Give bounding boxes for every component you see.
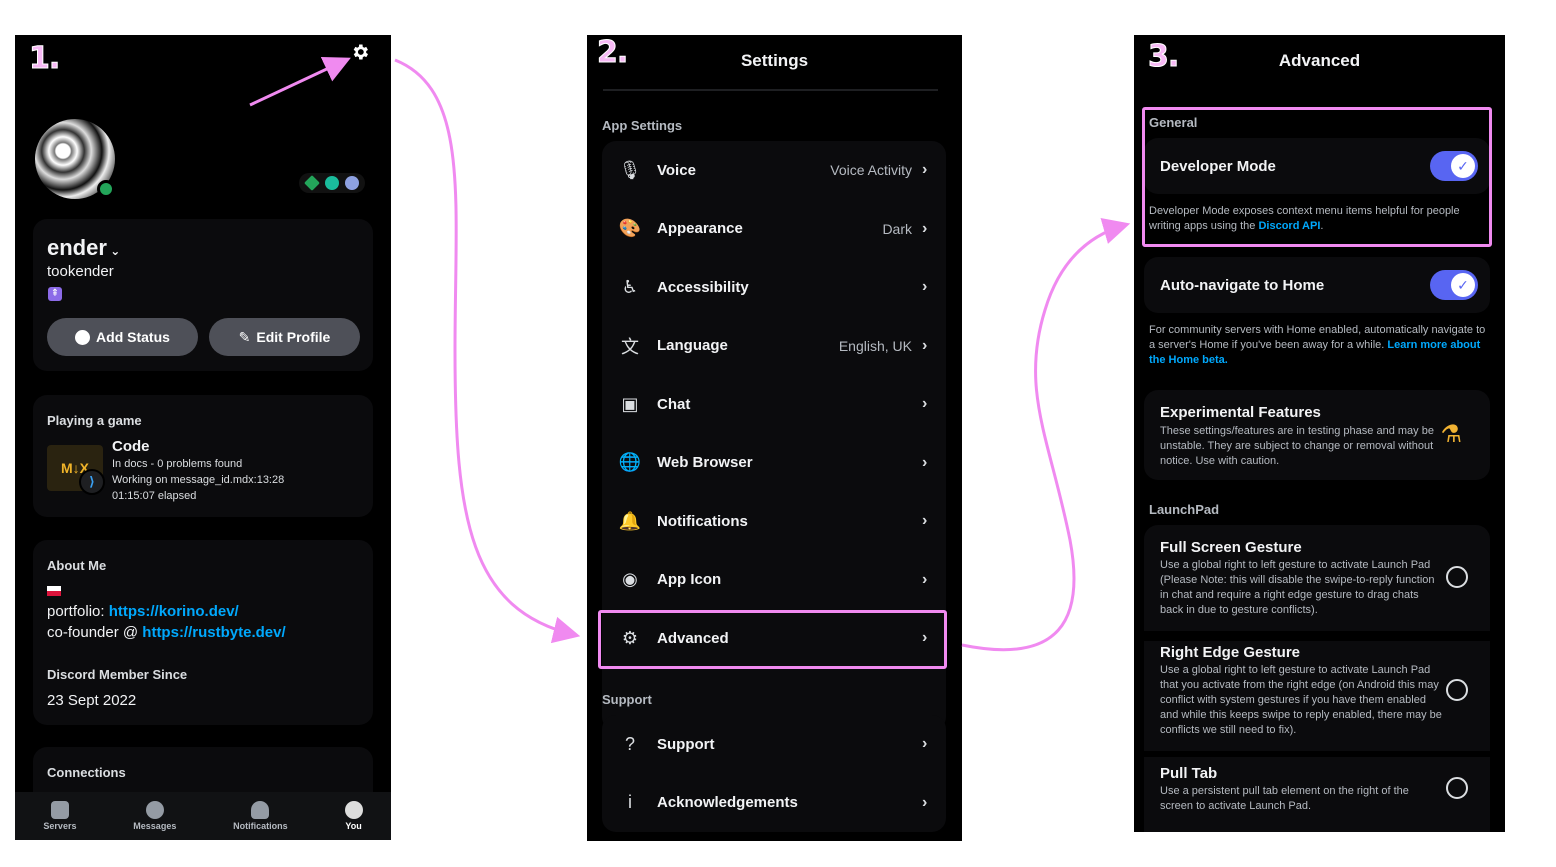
display-name[interactable]: ender ⌄: [47, 235, 120, 261]
profile-badges: [299, 173, 365, 193]
nav-you[interactable]: You: [344, 801, 363, 831]
chevron-right-icon: ›: [922, 161, 928, 178]
advanced-screen: 3. Advanced General Developer Mode ✓ Dev…: [1134, 35, 1505, 832]
rustbyte-link[interactable]: https://rustbyte.dev/: [142, 624, 285, 641]
portfolio-link[interactable]: https://korino.dev/: [109, 603, 239, 620]
chevron-right-icon: ›: [922, 278, 928, 295]
settings-row-appearance[interactable]: 🎨 Appearance Dark ›: [602, 200, 946, 258]
chevron-right-icon: ›: [922, 735, 928, 752]
edit-profile-button[interactable]: ✎ Edit Profile: [209, 318, 360, 356]
speech-bubble-icon: [75, 329, 91, 345]
info-icon: i: [628, 792, 632, 812]
settings-row-acknowledgements[interactable]: i Acknowledgements ›: [602, 774, 946, 832]
flag-icon: [47, 586, 61, 596]
settings-row-chat[interactable]: ▣ Chat ›: [602, 375, 946, 433]
chevron-right-icon: ›: [922, 512, 928, 529]
flask-icon: ⚗: [1440, 421, 1462, 448]
game-elapsed: 01:15:07 elapsed: [112, 490, 197, 502]
chevron-right-icon: ›: [922, 793, 928, 811]
step-1-label: 1.: [28, 41, 60, 77]
you-avatar-icon: [344, 801, 363, 819]
support-label: Support: [602, 692, 652, 707]
bottom-nav: Servers Messages Notifications You: [15, 792, 391, 840]
page-title: Advanced: [1278, 51, 1361, 70]
auto-navigate-description: For community servers with Home enabled,…: [1149, 324, 1486, 366]
pull-tab-row[interactable]: Pull Tab Use a persistent pull tab eleme…: [1144, 757, 1490, 832]
nitro-badge-icon[interactable]: [345, 176, 359, 190]
chevron-right-icon: ›: [922, 570, 928, 588]
game-detail-2: Working on message_id.mdx:13:28: [112, 474, 285, 486]
nav-servers[interactable]: Servers: [43, 801, 76, 831]
game-name: Code: [112, 438, 150, 455]
game-detail-1: In docs - 0 problems found: [112, 458, 243, 470]
settings-row-accessibility[interactable]: ♿ Accessibility ›: [602, 258, 946, 316]
auto-navigate-row[interactable]: Auto-navigate to Home ✓: [1144, 257, 1490, 313]
arrow-panel1-to-panel2: [394, 58, 581, 644]
about-me-label: About Me: [47, 558, 107, 573]
nav-messages[interactable]: Messages: [133, 801, 176, 831]
globe-icon: 🌐: [618, 452, 642, 472]
discord-icon: ◉: [622, 569, 638, 589]
translate-icon: 文: [621, 336, 639, 357]
settings-row-voice[interactable]: 🎙 Voice Voice Activity ›: [602, 141, 946, 199]
activity-label: Playing a game: [47, 413, 142, 428]
bell-icon: 🔔: [618, 510, 642, 531]
settings-screen: 2. Settings App Settings Support 🎙 Voice V…: [587, 35, 962, 841]
member-since-label: Discord Member Since: [47, 667, 188, 682]
launchpad-label: LaunchPad: [1149, 502, 1220, 517]
settings-row-support[interactable]: ? Support ›: [602, 715, 946, 773]
microphone-icon: 🎙: [618, 159, 642, 180]
settings-row-web-browser[interactable]: 🌐 Web Browser ›: [602, 434, 946, 492]
hashtag-badge-icon[interactable]: [325, 176, 339, 190]
settings-row-notifications[interactable]: 🔔 Notifications ›: [602, 492, 946, 550]
chevron-right-icon: ›: [922, 336, 928, 354]
about-portfolio: portfolio: https://korino.dev/: [47, 603, 239, 620]
settings-row-value: Dark: [882, 220, 912, 237]
servers-icon: [50, 801, 69, 819]
check-icon: ✓: [1451, 273, 1475, 297]
online-status-indicator: [97, 180, 115, 198]
chevron-right-icon: ›: [922, 629, 928, 646]
messages-icon: [145, 801, 164, 819]
hypesquad-badge-icon[interactable]: [304, 175, 320, 191]
about-cofounder: co-founder @ https://rustbyte.dev/: [47, 624, 286, 641]
vscode-icon: ⟩: [79, 469, 105, 495]
chat-image-icon: ▣: [621, 393, 639, 414]
experimental-features-row[interactable]: Experimental Features These settings/fea…: [1144, 390, 1490, 480]
full-screen-gesture-radio[interactable]: [1446, 566, 1468, 588]
right-edge-gesture-row[interactable]: Right Edge Gesture Use a global right to…: [1144, 641, 1490, 751]
auto-navigate-toggle[interactable]: ✓: [1430, 270, 1478, 300]
palette-icon: 🎨: [618, 218, 642, 238]
settings-row-value: Voice Activity: [830, 162, 912, 178]
add-status-button[interactable]: Add Status: [47, 318, 198, 356]
pencil-icon: ✎: [238, 328, 251, 345]
question-icon: ?: [624, 733, 635, 754]
bell-icon: [251, 801, 270, 819]
settings-row-language[interactable]: 文 Language English, UK ›: [602, 317, 946, 375]
gear-icon: ⚙: [621, 627, 639, 648]
full-screen-gesture-row[interactable]: Full Screen Gesture Use a global right t…: [1144, 525, 1490, 631]
gear-icon[interactable]: [350, 42, 370, 62]
pull-tab-radio[interactable]: [1446, 777, 1468, 799]
nav-notifications[interactable]: Notifications: [233, 801, 288, 831]
settings-row-value: English, UK: [838, 337, 912, 354]
arrow-panel2-to-panel3: [961, 217, 1131, 652]
nitro-icon: ⇞: [48, 287, 62, 301]
settings-row-app-icon[interactable]: ◉ App Icon ›: [602, 551, 946, 609]
profile-screen: 1. ender ⌄ tookender ⇞ Add Status ✎ Edit…: [15, 35, 391, 840]
chevron-right-icon: ›: [922, 219, 928, 237]
header-divider: [603, 89, 938, 91]
chevron-right-icon: ›: [922, 453, 928, 471]
app-settings-label: App Settings: [602, 118, 683, 133]
right-edge-gesture-radio[interactable]: [1446, 679, 1468, 701]
settings-row-advanced[interactable]: ⚙ Advanced ›: [602, 609, 946, 667]
developer-mode-highlight: [1142, 107, 1492, 247]
chevron-right-icon: ›: [922, 395, 928, 412]
username: tookender: [47, 263, 114, 280]
page-title: Settings: [740, 51, 809, 70]
member-since-date: 23 Sept 2022: [47, 692, 137, 709]
accessibility-icon: ♿: [621, 276, 639, 297]
connections-label: Connections: [47, 765, 126, 780]
